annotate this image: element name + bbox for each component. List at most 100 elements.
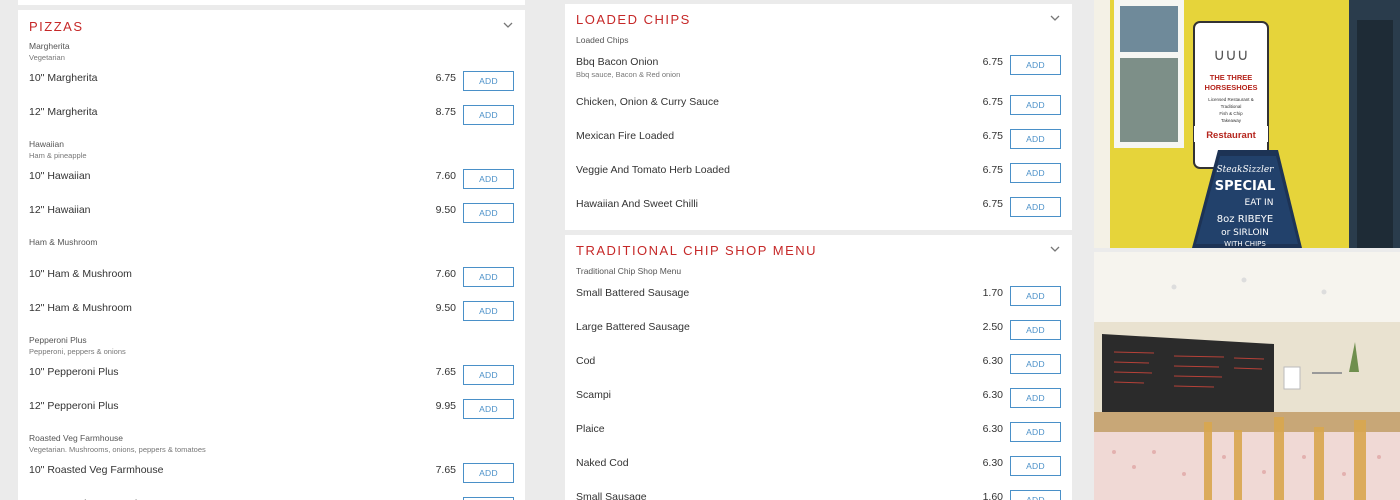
add-button[interactable]: ADD (1010, 286, 1061, 306)
chalkboard-line: SPECIAL (1215, 179, 1276, 194)
item-name: Veggie And Tomato Herb Loaded (576, 164, 730, 176)
item-name: 10" Ham & Mushroom (29, 268, 132, 280)
add-button[interactable]: ADD (463, 399, 514, 419)
svg-text:∪∪∪: ∪∪∪ (1213, 47, 1248, 64)
menu-group-header: Hawaiian Ham & pineapple (29, 139, 87, 161)
item-price: 7.65 (435, 366, 456, 378)
chevron-down-icon[interactable] (502, 21, 514, 33)
storefront-photo: ∪∪∪ THE THREE HORSESHOES Licensed Restau… (1094, 0, 1400, 248)
menu-item-row: 12" Pepperoni Plus 9.95 ADD (29, 399, 514, 419)
menu-item-row: Chicken, Onion & Curry Sauce 6.75 ADD (576, 95, 1061, 115)
add-button[interactable]: ADD (1010, 422, 1061, 442)
add-button[interactable]: ADD (1010, 320, 1061, 340)
loaded-chips-panel: LOADED CHIPS Loaded Chips Bbq Bacon Onio… (565, 4, 1072, 230)
menu-item-row: 12" Hawaiian 9.50 ADD (29, 203, 514, 223)
menu-item-row: Small Sausage 1.60 ADD (576, 490, 1061, 500)
add-button[interactable]: ADD (1010, 388, 1061, 408)
pizzas-top-strip (18, 0, 525, 5)
menu-item-row: Mexican Fire Loaded 6.75 ADD (576, 129, 1061, 149)
menu-item-row: Plaice 6.30 ADD (576, 422, 1061, 442)
item-price: 7.60 (435, 170, 456, 182)
item-name: Cod (576, 355, 596, 367)
group-description: Vegetarian (29, 53, 65, 62)
chips-column: LOADED CHIPS Loaded Chips Bbq Bacon Onio… (547, 0, 1090, 500)
menu-item-row: Small Battered Sausage 1.70 ADD (576, 286, 1061, 306)
add-button[interactable]: ADD (463, 203, 514, 223)
group-name: Margherita (29, 41, 70, 51)
item-name: Mexican Fire Loaded (576, 130, 675, 142)
item-name: 12" Pepperoni Plus (29, 400, 119, 412)
add-button[interactable]: ADD (463, 105, 514, 125)
item-price: 1.70 (982, 287, 1003, 299)
item-price: 6.75 (982, 198, 1003, 210)
add-button[interactable]: ADD (463, 463, 514, 483)
item-name: Small Sausage (576, 491, 647, 500)
menu-item-row: 10" Roasted Veg Farmhouse 7.65 ADD (29, 463, 514, 483)
storefront-banner: Restaurant (1206, 130, 1256, 141)
add-button[interactable]: ADD (1010, 95, 1061, 115)
add-button[interactable]: ADD (1010, 163, 1061, 183)
storefront-sign-line: Takeaway (1221, 118, 1242, 123)
add-button[interactable]: ADD (463, 365, 514, 385)
storefront-sign-line: Licensed Restaurant & (1208, 97, 1254, 102)
add-button[interactable]: ADD (463, 169, 514, 189)
item-price: 1.60 (982, 491, 1003, 500)
item-price: 6.30 (982, 423, 1003, 435)
menu-group-header: Ham & Mushroom (29, 237, 98, 248)
item-price: 2.50 (982, 321, 1003, 333)
add-button[interactable]: ADD (1010, 490, 1061, 500)
chalkboard-line: SteakSizzler (1217, 165, 1275, 175)
item-name: 12" Margherita (29, 106, 98, 118)
group-name: Pepperoni Plus (29, 335, 87, 345)
add-button[interactable]: ADD (1010, 354, 1061, 374)
storefront-sign-line: Fish & Chip (1219, 111, 1243, 116)
item-name: Hawaiian And Sweet Chilli (576, 198, 698, 210)
menu-item-row: Bbq Bacon Onion Bbq sauce, Bacon & Red on… (576, 55, 1061, 79)
add-button[interactable]: ADD (463, 267, 514, 287)
item-name: Bbq Bacon Onion (576, 56, 659, 68)
pizzas-panel: PIZZAS Margherita Vegetarian 10" Margherit… (18, 10, 525, 500)
item-name: 10" Hawaiian (29, 170, 91, 182)
chalkboard-line: EAT IN (1245, 198, 1274, 208)
item-price: 8.75 (435, 106, 456, 118)
pizzas-column: PIZZAS Margherita Vegetarian 10" Margherit… (0, 0, 543, 500)
item-name: 12" Hawaiian (29, 204, 91, 216)
menu-group-header: Roasted Veg Farmhouse Vegetarian. Mushroo… (29, 433, 206, 455)
item-name: Small Battered Sausage (576, 287, 690, 299)
item-price: 6.75 (982, 130, 1003, 142)
item-price: 6.75 (435, 72, 456, 84)
item-name: 10" Margherita (29, 72, 98, 84)
item-price: 6.75 (982, 96, 1003, 108)
item-name: Large Battered Sausage (576, 321, 690, 333)
item-price: 6.30 (982, 355, 1003, 367)
menu-group-header: Pepperoni Plus Pepperoni, peppers & onion… (29, 335, 126, 357)
storefront-sign-line: Traditional (1221, 104, 1242, 109)
item-price: 6.75 (982, 164, 1003, 176)
add-button[interactable]: ADD (1010, 129, 1061, 149)
item-name: Naked Cod (576, 457, 629, 469)
group-description: Ham & pineapple (29, 151, 87, 160)
item-price: 9.50 (435, 302, 456, 314)
group-description: Pepperoni, peppers & onions (29, 347, 126, 356)
section-title-traditional[interactable]: TRADITIONAL CHIP SHOP MENU (576, 243, 817, 258)
add-button[interactable]: ADD (1010, 456, 1061, 476)
section-title-pizzas[interactable]: PIZZAS (29, 19, 84, 34)
chalkboard-line: or SIRLOIN (1221, 228, 1269, 238)
add-button[interactable]: ADD (463, 71, 514, 91)
chevron-down-icon[interactable] (1049, 14, 1061, 26)
chevron-down-icon[interactable] (1049, 245, 1061, 257)
item-price: 7.60 (435, 268, 456, 280)
add-button[interactable]: ADD (463, 301, 514, 321)
item-price: 7.65 (435, 464, 456, 476)
menu-item-row: Large Battered Sausage 2.50 ADD (576, 320, 1061, 340)
menu-item-row: 10" Margherita 6.75 ADD (29, 71, 514, 91)
add-button[interactable]: ADD (1010, 197, 1061, 217)
menu-item-row: 10" Pepperoni Plus 7.65 ADD (29, 365, 514, 385)
menu-item-row: Hawaiian And Sweet Chilli 6.75 ADD (576, 197, 1061, 217)
add-button[interactable]: ADD (1010, 55, 1061, 75)
item-name: 10" Roasted Veg Farmhouse (29, 464, 164, 476)
menu-item-row: 12" Ham & Mushroom 9.50 ADD (29, 301, 514, 321)
menu-item-row: 12" Margherita 8.75 ADD (29, 105, 514, 125)
section-title-loaded-chips[interactable]: LOADED CHIPS (576, 12, 691, 27)
group-name: Ham & Mushroom (29, 237, 98, 247)
